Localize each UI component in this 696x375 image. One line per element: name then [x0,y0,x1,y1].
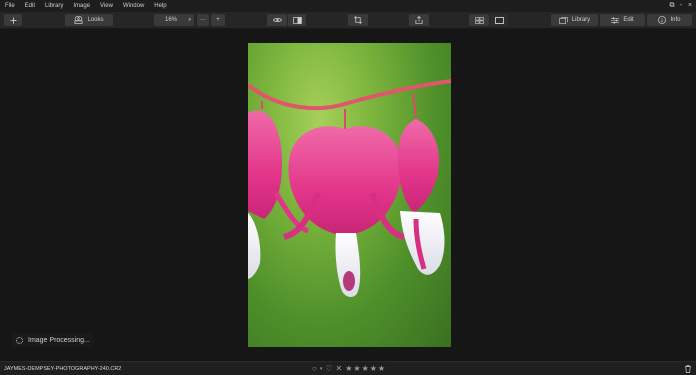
menu-library[interactable]: Library [40,0,68,12]
star-rating[interactable]: ★ ★ ★ ★ ★ [345,362,385,375]
share-button[interactable] [409,14,429,26]
spinner-icon [16,336,23,344]
menu-view[interactable]: View [95,0,118,12]
info-label: Info [670,17,681,23]
edit-tab[interactable]: Edit [600,14,645,26]
photo-preview [248,43,451,347]
grid-icon [474,16,484,24]
bleeding-heart-photo [248,79,451,297]
zoom-out-button[interactable]: ··· [197,14,209,26]
info-icon [658,16,667,24]
reject-icon[interactable]: ✕ [336,362,343,375]
menu-file[interactable]: File [0,0,20,12]
zoom-more-label: ··· [200,17,206,23]
color-label-icon[interactable]: ○ [312,362,317,375]
toolbar: Looks 16% ▾ ··· + Library Edit Info [0,12,696,29]
filename-label: JAYMES-DEMPSEY-PHOTOGRAPHY-240.CR2 [4,366,122,372]
single-view-icon [494,16,504,24]
image-canvas[interactable]: Image Processing... [0,29,696,361]
rating-controls: ○ ▾ ♡ ✕ ★ ★ ★ ★ ★ [312,362,385,375]
share-icon [415,16,423,24]
crop-button[interactable] [348,14,368,26]
sliders-icon [611,16,620,24]
processing-label: Image Processing... [28,336,90,344]
plus-icon [9,16,17,24]
menu-window[interactable]: Window [118,0,149,12]
minimize-icon[interactable]: - [678,0,684,12]
compare-icon [292,16,302,24]
zoom-value: 16% [165,17,178,23]
menu-image[interactable]: Image [68,0,95,12]
grid-view-button[interactable] [469,14,489,26]
menu-bar: File Edit Library Image View Window Help… [0,0,696,12]
edit-label: Edit [623,17,634,23]
menu-edit[interactable]: Edit [20,0,40,12]
library-icon [559,16,568,24]
close-icon[interactable]: × [687,0,693,12]
star-icon[interactable]: ★ [370,362,377,375]
crop-icon [354,16,362,24]
star-icon[interactable]: ★ [345,362,352,375]
zoom-in-button[interactable]: + [211,14,225,26]
star-icon[interactable]: ★ [353,362,360,375]
restore-icon[interactable]: ⧉ [669,0,675,12]
library-tab[interactable]: Library [551,14,598,26]
color-label-chevron-icon[interactable]: ▾ [320,362,323,375]
menu-help[interactable]: Help [149,0,171,12]
add-button[interactable] [4,14,22,26]
trash-icon[interactable] [684,365,692,373]
eye-icon [272,18,282,22]
library-label: Library [571,17,591,23]
info-tab[interactable]: Info [647,14,692,26]
heart-icon[interactable]: ♡ [325,362,332,375]
star-icon[interactable]: ★ [362,362,369,375]
star-icon[interactable]: ★ [378,362,385,375]
zoom-in-label: + [216,17,220,23]
preview-toggle-button[interactable] [267,14,287,26]
chevron-down-icon: ▾ [188,17,191,23]
looks-label: Looks [87,17,104,23]
processing-indicator: Image Processing... [12,333,94,347]
zoom-select[interactable]: 16% ▾ [154,14,194,26]
single-view-button[interactable] [490,14,508,26]
window-controls: ⧉ - × [669,0,693,12]
compare-button[interactable] [288,14,306,26]
looks-button[interactable]: Looks [65,14,113,26]
looks-icon [75,16,83,24]
status-bar: JAYMES-DEMPSEY-PHOTOGRAPHY-240.CR2 ○ ▾ ♡… [0,361,696,375]
